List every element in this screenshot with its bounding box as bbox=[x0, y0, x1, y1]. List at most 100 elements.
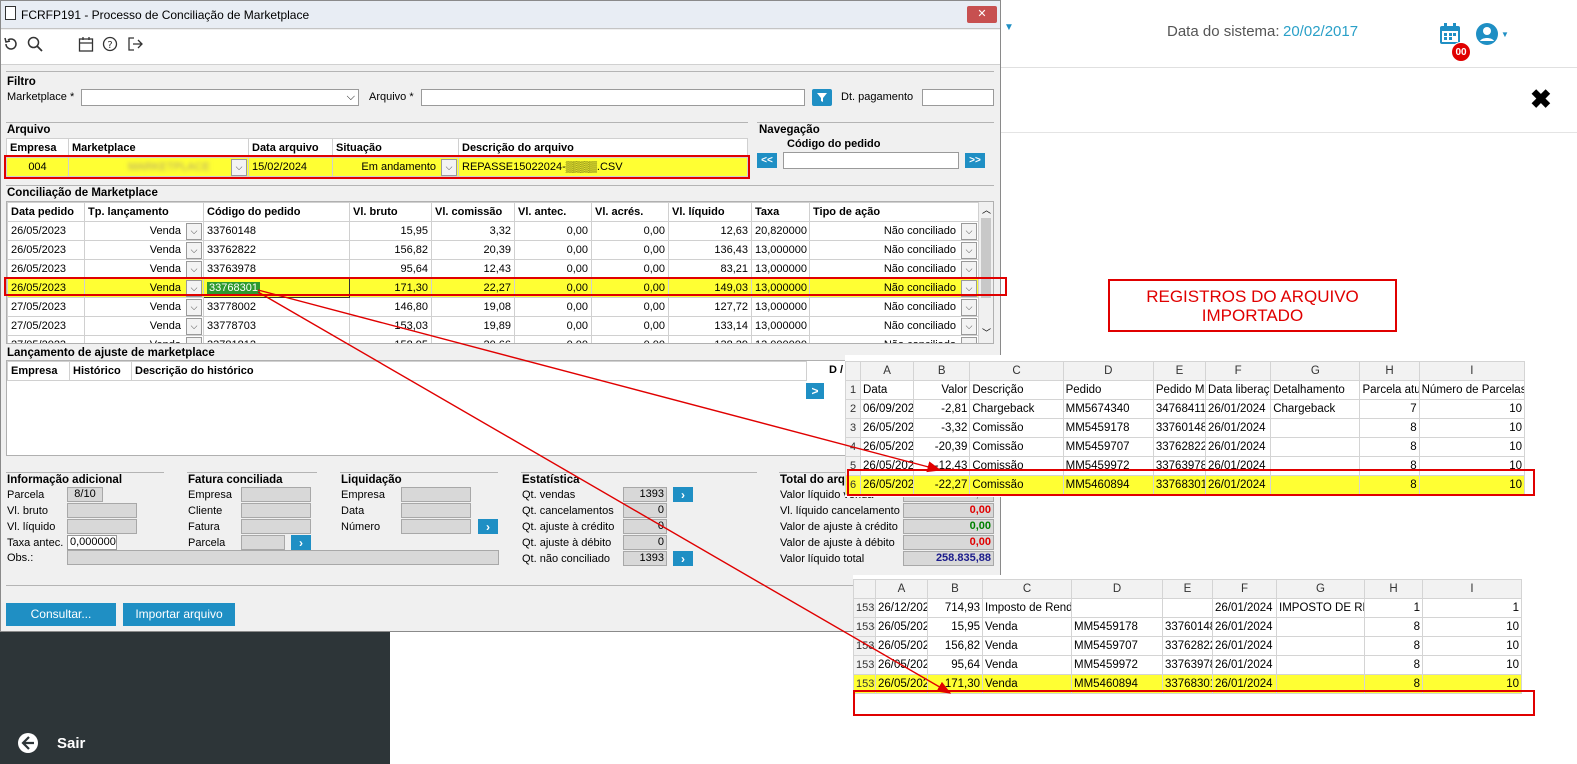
chevron-down-icon[interactable]: ⌵ bbox=[961, 318, 977, 335]
spreadsheet-cell: 26/05/2023 bbox=[860, 418, 915, 438]
calendar-tool-icon[interactable] bbox=[78, 36, 94, 52]
col-letter: D bbox=[1062, 361, 1154, 381]
corner-cell bbox=[844, 361, 862, 381]
col-letter: E bbox=[1162, 579, 1213, 599]
arquivo-input[interactable] bbox=[421, 89, 805, 106]
spreadsheet-cell: Descrição bbox=[969, 380, 1064, 400]
chevron-down-icon[interactable]: ⌵ bbox=[961, 261, 977, 278]
back-arrow-icon[interactable] bbox=[17, 732, 39, 754]
cell: 33778703 bbox=[203, 316, 350, 336]
chevron-down-icon[interactable]: ⌵ bbox=[961, 337, 977, 343]
next-button[interactable]: >> bbox=[965, 153, 985, 168]
col-letter: C bbox=[969, 361, 1064, 381]
notification-badge: 00 bbox=[1451, 42, 1471, 62]
ajuste-go-button[interactable]: > bbox=[806, 383, 824, 399]
prev-button[interactable]: << bbox=[757, 153, 777, 168]
dt-pagamento-input[interactable] bbox=[922, 89, 994, 106]
chevron-down-icon[interactable]: ⌵ bbox=[186, 223, 202, 240]
fatura-parcela-label: Parcela bbox=[188, 537, 226, 549]
navegacao-title: Navegação bbox=[759, 124, 820, 136]
cell[interactable]: Não conciliado ⌵ bbox=[809, 221, 979, 241]
cell[interactable]: Não conciliado ⌵ bbox=[809, 335, 979, 343]
cell[interactable]: Venda ⌵ bbox=[84, 316, 204, 336]
user-avatar-icon[interactable] bbox=[1475, 22, 1499, 46]
cell: 20,66 bbox=[431, 335, 515, 343]
cell[interactable]: Venda ⌵ bbox=[84, 297, 204, 317]
stat-go-button[interactable]: › bbox=[673, 487, 693, 502]
chevron-down-icon[interactable]: ⌵ bbox=[961, 242, 977, 259]
spreadsheet-row: 326/05/2023-3,32ComissãoMM54591783376014… bbox=[844, 418, 1526, 438]
cell-text: Venda bbox=[149, 225, 181, 237]
stat-label: Qt. cancelamentos bbox=[522, 505, 614, 517]
spreadsheet-cell: Chargeback bbox=[1270, 399, 1361, 419]
cell-text: Não conciliado bbox=[883, 244, 956, 256]
table-row[interactable]: 26/05/2023 Venda ⌵ 33760148 15,95 3,32 0,00 0,0… bbox=[7, 221, 979, 241]
spreadsheet-cell: 33763978 bbox=[1162, 655, 1213, 675]
header-chevron-icon[interactable]: ▼ bbox=[1004, 22, 1014, 33]
exit-icon[interactable] bbox=[127, 36, 143, 52]
cell[interactable]: Não conciliado ⌵ bbox=[809, 297, 979, 317]
spreadsheet-cell: 33760148 bbox=[1162, 617, 1213, 637]
cell[interactable]: Não conciliado ⌵ bbox=[809, 259, 979, 279]
col-header: Vl. bruto bbox=[349, 202, 432, 222]
cell[interactable]: Venda ⌵ bbox=[84, 335, 204, 343]
consultar-button[interactable]: Consultar... bbox=[6, 603, 116, 626]
annotation-text: REGISTROS DO ARQUIVO IMPORTADO bbox=[1146, 287, 1359, 325]
chevron-down-icon[interactable]: ⌵ bbox=[961, 299, 977, 316]
spreadsheet-cell: 26/01/2024 bbox=[1205, 418, 1272, 438]
help-icon[interactable]: ? bbox=[102, 36, 118, 52]
vertical-scrollbar[interactable]: ︿ ﹀ bbox=[978, 202, 993, 343]
marketplace-select[interactable]: ⌵ bbox=[81, 89, 359, 106]
cell-text: Venda bbox=[149, 263, 181, 275]
cell[interactable]: Venda ⌵ bbox=[84, 221, 204, 241]
divider bbox=[187, 472, 317, 473]
user-menu-chevron-icon[interactable]: ▼ bbox=[1501, 30, 1509, 39]
chevron-down-icon[interactable]: ⌵ bbox=[186, 318, 202, 335]
fatura-cliente-field bbox=[241, 503, 311, 518]
total-value: 258.835,88 bbox=[903, 551, 994, 566]
cell: 12,43 bbox=[431, 259, 515, 279]
spreadsheet-cell: -20,39 bbox=[913, 437, 971, 457]
chevron-down-icon[interactable]: ⌵ bbox=[186, 299, 202, 316]
close-page-icon[interactable]: ✖ bbox=[1530, 86, 1552, 112]
total-label: Vl. líquido cancelamento bbox=[780, 505, 900, 517]
logout-link[interactable]: Sair bbox=[57, 735, 85, 752]
stat-go-button[interactable]: › bbox=[673, 551, 693, 566]
chevron-down-icon[interactable]: ⌵ bbox=[961, 223, 977, 240]
filter-button[interactable] bbox=[812, 89, 832, 106]
d-column-label: D / bbox=[829, 364, 844, 376]
highlight-box bbox=[4, 155, 750, 179]
scroll-up-icon[interactable]: ︿ bbox=[982, 203, 991, 216]
spreadsheet-cell: 10 bbox=[1418, 437, 1526, 457]
scroll-down-icon[interactable]: ﹀ bbox=[982, 326, 991, 339]
search-icon[interactable] bbox=[27, 36, 43, 52]
table-row[interactable]: 26/05/2023 Venda ⌵ 33763978 95,64 12,43 0,00 0,… bbox=[7, 259, 979, 279]
col-letter: G bbox=[1270, 361, 1361, 381]
chevron-down-icon[interactable]: ⌵ bbox=[186, 337, 202, 343]
liq-go-button[interactable]: › bbox=[478, 519, 498, 534]
stat-label: Qt. ajuste à débito bbox=[522, 537, 612, 549]
cell[interactable]: Venda ⌵ bbox=[84, 240, 204, 260]
table-row[interactable]: 26/05/2023 Venda ⌵ 33762822 156,82 20,39 0,00 0… bbox=[7, 240, 979, 260]
cell[interactable]: Não conciliado ⌵ bbox=[809, 316, 979, 336]
cell: 13,000000 bbox=[751, 240, 810, 260]
fatura-go-button[interactable]: › bbox=[291, 535, 311, 550]
col-letter: E bbox=[1152, 361, 1207, 381]
spreadsheet-cell bbox=[1276, 636, 1365, 656]
cell[interactable]: Venda ⌵ bbox=[84, 259, 204, 279]
col-header: Vl. antec. bbox=[514, 202, 592, 222]
chevron-down-icon[interactable]: ⌵ bbox=[186, 261, 202, 278]
window-close-button[interactable]: ✕ bbox=[967, 6, 997, 23]
chevron-down-icon[interactable]: ⌵ bbox=[186, 242, 202, 259]
table-row[interactable]: 27/05/2023 Venda ⌵ 33778002 146,80 19,08 0,00 0… bbox=[7, 297, 979, 317]
table-row[interactable]: 27/05/2023 Venda ⌵ 33778703 153,03 19,89 0,00 0… bbox=[7, 316, 979, 336]
importar-button[interactable]: Importar arquivo bbox=[123, 603, 235, 626]
refresh-icon[interactable] bbox=[3, 36, 19, 52]
spreadsheet-cell: 26/01/2024 bbox=[1212, 598, 1277, 618]
col-header: Tp. lançamento bbox=[84, 202, 204, 222]
spreadsheet-cell: 10 bbox=[1418, 399, 1526, 419]
cell[interactable]: Não conciliado ⌵ bbox=[809, 240, 979, 260]
spreadsheet-cell: 26/01/2024 bbox=[1205, 399, 1272, 419]
codigo-pedido-input[interactable] bbox=[783, 152, 959, 169]
table-row[interactable]: 27/05/2023Venda⌵33781812158,9520,660,000… bbox=[7, 335, 979, 343]
